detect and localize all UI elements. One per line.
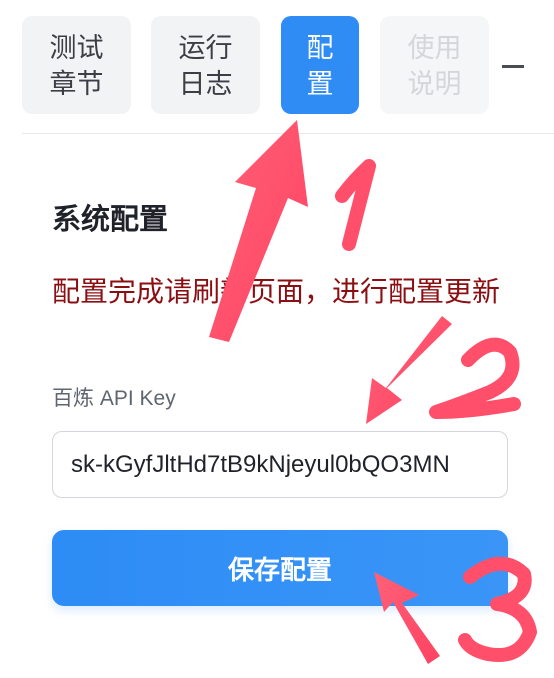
tab-label-line1: 测试 bbox=[49, 33, 104, 63]
tab-label-line2: 日志 bbox=[178, 69, 233, 99]
tab-label-line2: 章节 bbox=[49, 69, 104, 99]
tab-label-line1: 使用 bbox=[407, 33, 462, 63]
tab-config[interactable]: 配 置 bbox=[281, 16, 359, 114]
tab-bar: 测试 章节 运行 日志 配 置 使用 说明 bbox=[0, 0, 554, 134]
section-title: 系统配置 bbox=[52, 204, 169, 236]
tab-label-line1: 运行 bbox=[178, 33, 233, 63]
step-1-marker bbox=[335, 159, 376, 251]
tab-label-line2: 说明 bbox=[407, 69, 462, 99]
tab-label-line1: 配 bbox=[306, 33, 334, 63]
api-key-label: 百炼 API Key bbox=[52, 387, 176, 410]
refresh-notice: 配置完成请刷新页面，进行配置更新 bbox=[52, 276, 501, 307]
tab-label-line2: 置 bbox=[306, 69, 334, 99]
save-config-button[interactable]: 保存配置 bbox=[52, 530, 508, 606]
step-2-marker bbox=[429, 337, 521, 419]
arrow-2-icon bbox=[366, 316, 452, 424]
api-key-input[interactable] bbox=[52, 431, 508, 498]
tab-overflow-indicator[interactable] bbox=[502, 65, 524, 68]
tab-divider bbox=[22, 133, 554, 134]
tab-run-log[interactable]: 运行 日志 bbox=[151, 16, 260, 114]
tab-test-chapter[interactable]: 测试 章节 bbox=[22, 16, 131, 114]
tab-usage-guide[interactable]: 使用 说明 bbox=[380, 16, 489, 114]
